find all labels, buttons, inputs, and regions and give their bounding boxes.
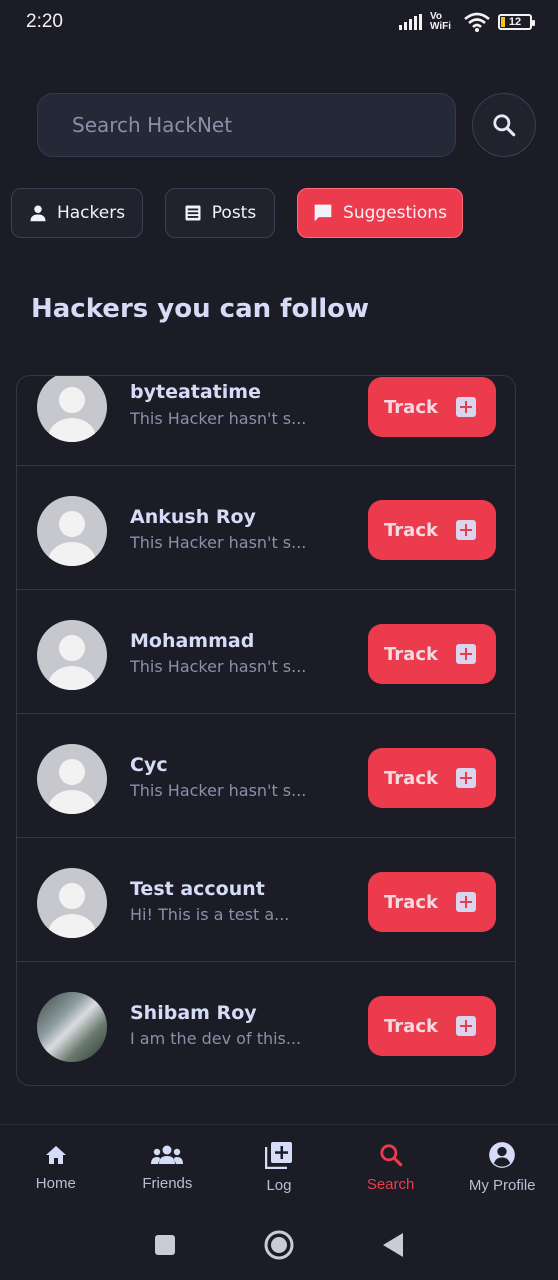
user-name[interactable]: byteatatime xyxy=(130,381,261,403)
plus-icon xyxy=(456,644,476,664)
avatar[interactable] xyxy=(37,620,107,690)
track-button[interactable]: Track xyxy=(368,624,496,684)
nav-label: Friends xyxy=(142,1175,193,1192)
track-button[interactable]: Track xyxy=(368,748,496,808)
person-icon xyxy=(30,205,46,222)
filter-chip-label: Hackers xyxy=(56,203,126,223)
add-box-icon xyxy=(264,1142,292,1169)
document-icon xyxy=(185,205,201,221)
search-icon xyxy=(493,114,516,137)
user-bio: Hi! This is a test a... xyxy=(130,905,290,924)
user-bio: This Hacker hasn't s... xyxy=(130,781,307,800)
bottom-nav: Home Friends Log Search My Profile xyxy=(0,1124,558,1210)
recents-icon[interactable] xyxy=(153,1233,177,1257)
track-label: Track xyxy=(384,767,438,789)
home-circle-icon[interactable] xyxy=(263,1229,295,1261)
track-label: Track xyxy=(384,891,438,913)
nav-item-log[interactable]: Log xyxy=(223,1125,335,1210)
track-button[interactable]: Track xyxy=(368,500,496,560)
section-title: Hackers you can follow xyxy=(31,294,370,324)
track-button[interactable]: Track xyxy=(368,872,496,932)
user-name[interactable]: Test account xyxy=(130,878,265,900)
avatar[interactable] xyxy=(37,376,107,442)
list-item: Shibam Roy I am the dev of this... Track xyxy=(17,962,515,1085)
avatar[interactable] xyxy=(37,496,107,566)
nav-item-search[interactable]: Search xyxy=(335,1125,447,1210)
list-item: Cyc This Hacker hasn't s... Track xyxy=(17,714,515,838)
filter-chip-hackers[interactable]: Hackers xyxy=(11,188,143,238)
user-bio: This Hacker hasn't s... xyxy=(130,409,307,428)
filter-chip-suggestions[interactable]: Suggestions xyxy=(297,188,463,238)
suggestions-list[interactable]: byteatatime This Hacker hasn't s... Trac… xyxy=(16,375,516,1086)
track-label: Track xyxy=(384,1015,438,1037)
user-bio: I am the dev of this... xyxy=(130,1029,302,1048)
plus-icon xyxy=(456,892,476,912)
nav-label: Search xyxy=(366,1176,415,1193)
list-item: Mohammad This Hacker hasn't s... Track xyxy=(17,590,515,714)
account-circle-icon xyxy=(489,1142,516,1168)
chat-icon xyxy=(314,204,332,222)
status-time: 2:20 xyxy=(26,11,63,32)
back-icon[interactable] xyxy=(381,1232,405,1258)
nav-label: Log xyxy=(266,1177,292,1194)
nav-item-home[interactable]: Home xyxy=(0,1125,112,1210)
track-button[interactable]: Track xyxy=(368,377,496,437)
wifi-icon xyxy=(464,12,490,32)
plus-icon xyxy=(456,520,476,540)
status-bar: 2:20 Vo WiFi 12 xyxy=(0,0,558,44)
signal-icon xyxy=(399,14,422,30)
nav-label: Home xyxy=(35,1175,76,1192)
plus-icon xyxy=(456,397,476,417)
nav-item-my-profile[interactable]: My Profile xyxy=(446,1125,558,1210)
user-name[interactable]: Shibam Roy xyxy=(130,1002,257,1024)
status-icons: Vo WiFi 12 xyxy=(399,11,535,32)
home-icon xyxy=(45,1146,66,1164)
plus-icon xyxy=(456,1016,476,1036)
user-bio: This Hacker hasn't s... xyxy=(130,657,307,676)
search-icon xyxy=(379,1144,402,1167)
system-nav-bar xyxy=(0,1210,558,1280)
filter-chip-posts[interactable]: Posts xyxy=(165,188,275,238)
track-label: Track xyxy=(384,519,438,541)
track-label: Track xyxy=(384,643,438,665)
search-button[interactable] xyxy=(472,93,536,157)
people-icon xyxy=(151,1145,184,1164)
track-label: Track xyxy=(384,396,438,418)
list-item: Test account Hi! This is a test a... Tra… xyxy=(17,838,515,962)
avatar-photo[interactable] xyxy=(37,992,107,1062)
plus-icon xyxy=(456,768,476,788)
list-item: byteatatime This Hacker hasn't s... Trac… xyxy=(17,376,515,466)
avatar[interactable] xyxy=(37,868,107,938)
vowifi-label: Vo WiFi xyxy=(430,11,452,32)
filter-chip-label: Suggestions xyxy=(343,203,447,223)
avatar[interactable] xyxy=(37,744,107,814)
user-name[interactable]: Cyc xyxy=(130,754,168,776)
user-name[interactable]: Ankush Roy xyxy=(130,506,256,528)
list-item: Ankush Roy This Hacker hasn't s... Track xyxy=(17,466,515,590)
battery-level: 12 xyxy=(508,16,522,28)
battery-icon: 12 xyxy=(498,14,535,30)
user-name[interactable]: Mohammad xyxy=(130,630,254,652)
track-button[interactable]: Track xyxy=(368,996,496,1056)
filter-chip-label: Posts xyxy=(211,203,257,223)
search-input[interactable] xyxy=(72,113,421,137)
search-field[interactable] xyxy=(37,93,456,157)
user-bio: This Hacker hasn't s... xyxy=(130,533,307,552)
nav-item-friends[interactable]: Friends xyxy=(112,1125,224,1210)
nav-label: My Profile xyxy=(468,1177,536,1194)
